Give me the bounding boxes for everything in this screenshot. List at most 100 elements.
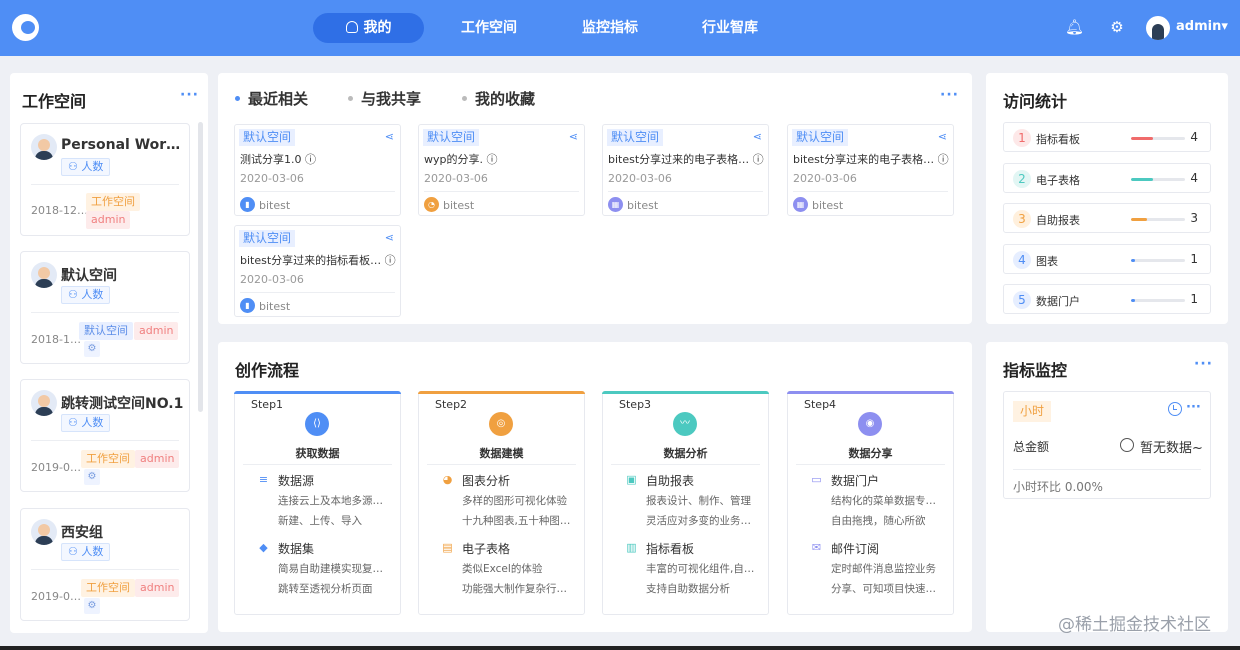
user-icon — [345, 21, 358, 33]
feature-desc: 简易自助建模实现复… — [278, 563, 383, 575]
stat-row[interactable]: 1 指标看板 4 — [1003, 122, 1211, 152]
metric-card[interactable]: 小时 ··· 总金额 暂无数据~ 小时环比 0.00% — [1003, 391, 1211, 499]
avatar — [31, 390, 57, 416]
member-count-button[interactable]: ⚇ 人数 — [61, 286, 111, 304]
trend-icon: 〰 — [673, 412, 697, 436]
workspace-card[interactable]: 默认空间 ⚇ 人数 2018-1… 默认空间 admin ⚙ — [20, 251, 190, 364]
bell-icon[interactable]: 🔔︎ — [1065, 18, 1084, 36]
shared-item-card[interactable]: 默认空间 ⋖ wyp的分享. ⓘ 2020-03-06 ◔ bitest — [418, 124, 585, 216]
workspace-card[interactable]: 跳转测试空间NO.1 ⚇ 人数 2019-0… 工作空间 admin ⚙ — [20, 379, 190, 492]
feature-title[interactable]: 数据源 — [278, 472, 314, 489]
share-icon[interactable]: ⋖ — [569, 130, 578, 143]
avatar — [31, 519, 57, 545]
top-navbar: 我的 工作空间 监控指标 行业智库 🔔︎ ⚙ admin▾ — [0, 0, 1240, 56]
item-title: 测试分享1.0 ⓘ — [240, 153, 316, 166]
stat-label: 数据门户 — [1036, 295, 1080, 308]
stat-bar — [1131, 259, 1185, 262]
user-menu[interactable]: admin▾ — [1176, 19, 1228, 34]
stat-bar-fill — [1131, 259, 1136, 262]
dashboard-icon: ▮ — [240, 197, 255, 212]
stat-value: 4 — [1190, 130, 1198, 144]
divider — [793, 191, 948, 192]
nav-tab-industry[interactable]: 行业智库 — [692, 13, 768, 43]
feature-title[interactable]: 图表分析 — [462, 472, 510, 489]
tab-recent[interactable]: 最近相关 — [234, 88, 308, 109]
stat-row[interactable]: 2 电子表格 4 — [1003, 163, 1211, 193]
stat-row[interactable]: 3 自助报表 3 — [1003, 203, 1211, 233]
gear-icon[interactable]: ⚙ — [1108, 18, 1126, 36]
item-title: bitest分享过来的电子表格… ⓘ — [793, 153, 949, 166]
stat-label: 自助报表 — [1036, 214, 1080, 227]
divider — [31, 440, 179, 441]
stat-value: 1 — [1190, 292, 1198, 306]
feature-title[interactable]: 数据集 — [278, 540, 314, 557]
step-number: Step4 — [804, 398, 837, 411]
pie-chart-icon: ◕ — [442, 473, 453, 486]
card-more-button[interactable]: ··· — [1186, 400, 1201, 415]
stat-bar-fill — [1131, 137, 1153, 140]
share-icon[interactable]: ⋖ — [385, 130, 394, 143]
stat-row[interactable]: 4 图表 1 — [1003, 244, 1211, 274]
feature-title[interactable]: 数据门户 — [831, 472, 879, 489]
feature-title[interactable]: 电子表格 — [462, 540, 510, 557]
stat-row[interactable]: 5 数据门户 1 — [1003, 284, 1211, 314]
user-avatar[interactable] — [1146, 16, 1170, 40]
monitor-more-button[interactable]: ··· — [1194, 356, 1213, 372]
feature-title[interactable]: 邮件订阅 — [831, 540, 879, 557]
feature-desc: 新建、上传、导入 — [278, 515, 362, 527]
shared-item-card[interactable]: 默认空间 ⋖ 测试分享1.0 ⓘ 2020-03-06 ▮ bitest — [234, 124, 401, 216]
feature-desc: 分享、可知项目快速… — [831, 583, 936, 595]
nav-tab-monitor[interactable]: 监控指标 — [572, 13, 648, 43]
divider — [31, 569, 179, 570]
item-owner: bitest — [812, 199, 844, 212]
bottom-edge — [0, 646, 1240, 650]
feature-title[interactable]: 指标看板 — [646, 540, 694, 557]
tab-shared-with-me[interactable]: 与我共享 — [347, 88, 421, 109]
shared-item-card[interactable]: 默认空间 ⋖ bitest分享过来的电子表格… ⓘ 2020-03-06 ▦ b… — [787, 124, 954, 216]
clock-icon[interactable] — [1168, 402, 1182, 416]
share-icon[interactable]: ⋖ — [938, 130, 947, 143]
workspace-name: 西安组 — [61, 525, 103, 541]
tab-favorites[interactable]: 我的收藏 — [461, 88, 535, 109]
item-owner: bitest — [259, 199, 291, 212]
sad-face-icon — [1120, 438, 1134, 452]
recent-more-button[interactable]: ··· — [940, 87, 959, 103]
spreadsheet-icon: ▤ — [442, 541, 453, 554]
settings-icon[interactable]: ⚙ — [84, 341, 100, 357]
settings-icon[interactable]: ⚙ — [84, 598, 100, 614]
nav-tab-mine[interactable]: 我的 — [313, 13, 424, 43]
member-count-button[interactable]: ⚇ 人数 — [61, 414, 111, 432]
space-tag: 默认空间 — [239, 230, 296, 247]
feature-desc: 定时邮件消息监控业务 — [831, 563, 936, 575]
share-icon[interactable]: ⋖ — [753, 130, 762, 143]
member-count-button[interactable]: ⚇ 人数 — [61, 543, 111, 561]
workspace-scrollbar[interactable] — [198, 122, 203, 412]
workspace-card[interactable]: 西安组 ⚇ 人数 2019-0… 工作空间 admin ⚙ — [20, 508, 190, 621]
divider — [31, 184, 179, 185]
space-tag: 默认空间 — [607, 129, 664, 146]
share-icon[interactable]: ⋖ — [385, 231, 394, 244]
space-tag: 默认空间 — [239, 129, 296, 146]
space-tag: 默认空间 — [792, 129, 849, 146]
settings-icon[interactable]: ⚙ — [84, 469, 100, 485]
shared-item-card[interactable]: 默认空间 ⋖ bitest分享过来的指标看板… ⓘ 2020-03-06 ▮ b… — [234, 225, 401, 317]
workflow-title: 创作流程 — [235, 361, 300, 380]
workspace-card[interactable]: Personal Works… ⚇ 人数 2018-12… 工作空间 admin — [20, 123, 190, 236]
step-accent-line — [234, 391, 401, 394]
member-count-button[interactable]: ⚇ 人数 — [61, 158, 111, 176]
workspace-more-button[interactable]: ··· — [180, 87, 199, 103]
rank-badge: 2 — [1013, 170, 1031, 188]
step-title: 数据分析 — [663, 447, 708, 460]
nav-tab-workspace[interactable]: 工作空间 — [451, 13, 527, 43]
step-number: Step2 — [435, 398, 468, 411]
step-title: 数据建模 — [479, 447, 524, 460]
feature-title[interactable]: 自助报表 — [646, 472, 694, 489]
workflow-step-card: Step2 ◎ 数据建模 ◕ 图表分析 多样的图形可视化体验 十九种图表,五十种… — [418, 391, 585, 615]
stat-bar-fill — [1131, 218, 1148, 221]
stat-label: 电子表格 — [1036, 174, 1080, 187]
no-data-text: 暂无数据~ — [1140, 441, 1203, 456]
shared-item-card[interactable]: 默认空间 ⋖ bitest分享过来的电子表格… ⓘ 2020-03-06 ▦ b… — [602, 124, 769, 216]
app-logo-icon[interactable] — [12, 14, 39, 41]
step-title: 数据分享 — [848, 447, 893, 460]
dashboard-icon: ▮ — [240, 298, 255, 313]
